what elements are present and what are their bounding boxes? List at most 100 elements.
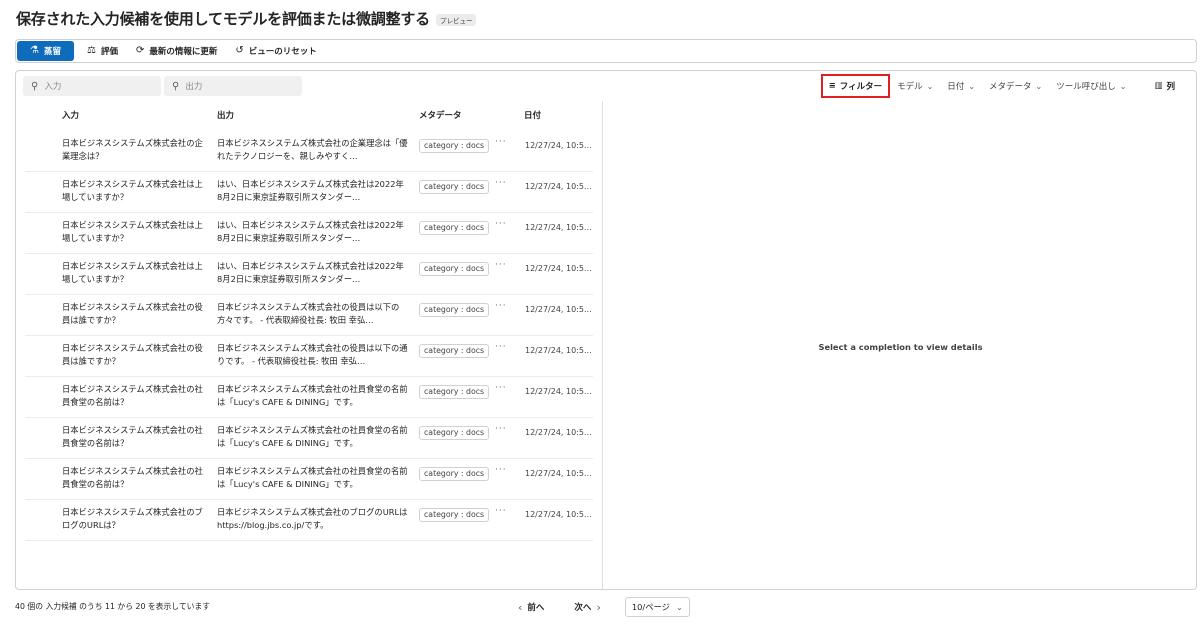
input-cell: 日本ビジネスシステムズ株式会社の企業理念は？ <box>62 138 203 161</box>
table-row[interactable]: 日本ビジネスシステムズ株式会社の役員は誰ですか？ 日本ビジネスシステムズ株式会社… <box>25 336 593 377</box>
reset-view-button[interactable]: ↺ ビューのリセット <box>226 41 325 61</box>
next-page-button[interactable]: 次へ › <box>570 601 604 614</box>
previous-page-label: 前へ <box>527 603 545 613</box>
pagination: ‹ 前へ 次へ › 10/ページ ⌄ <box>514 597 690 617</box>
input-cell: 日本ビジネスシステムズ株式会社は上場していますか？ <box>62 220 203 243</box>
output-cell: 日本ビジネスシステムズ株式会社の社員食堂の名前は「Lucy's CAFE & D… <box>217 384 408 407</box>
more-icon[interactable]: ··· <box>495 342 507 352</box>
output-cell: 日本ビジネスシステムズ株式会社の役員は以下の通りです。 - 代表取締役社長: 牧… <box>217 343 408 366</box>
chevron-down-icon: ⌄ <box>1119 81 1127 91</box>
date-cell: 12/27/24, 10:5... <box>525 428 592 437</box>
evaluate-button[interactable]: ⚖ 評価 <box>78 41 127 61</box>
date-cell: 12/27/24, 10:5... <box>525 264 592 273</box>
column-header-metadata[interactable]: メタデータ <box>419 109 462 121</box>
metadata-dropdown[interactable]: メタデータ ⌄ <box>982 74 1049 98</box>
date-cell: 12/27/24, 10:5... <box>525 305 592 314</box>
page-size-value: 10/ページ <box>631 602 670 612</box>
date-cell: 12/27/24, 10:5... <box>525 182 592 191</box>
column-header-input[interactable]: 入力 <box>62 109 79 121</box>
filter-button[interactable]: ≡ フィルター <box>820 74 891 98</box>
chevron-down-icon: ⌄ <box>926 81 934 91</box>
refresh-icon: ⟳ <box>135 45 145 56</box>
output-cell: 日本ビジネスシステムズ株式会社の企業理念は「優れたテクノロジーを、親しみやすく… <box>217 138 408 161</box>
column-header-date[interactable]: 日付 <box>524 109 541 121</box>
table-row[interactable]: 日本ビジネスシステムズ株式会社の社員食堂の名前は？ 日本ビジネスシステムズ株式会… <box>25 459 593 500</box>
more-icon[interactable]: ··· <box>495 424 507 434</box>
metadata-tag: category : docs <box>419 426 489 440</box>
detail-empty-message: Select a completion to view details <box>818 342 983 352</box>
tool-call-dropdown[interactable]: ツール呼び出し ⌄ <box>1049 74 1133 98</box>
model-dropdown[interactable]: モデル ⌄ <box>890 74 940 98</box>
table-row[interactable]: 日本ビジネスシステムズ株式会社は上場していますか？ はい、日本ビジネスシステムズ… <box>25 213 593 254</box>
more-icon[interactable]: ··· <box>495 301 507 311</box>
columns-icon: ▥ <box>1154 81 1163 91</box>
more-icon[interactable]: ··· <box>495 178 507 188</box>
completions-table: 日本ビジネスシステムズ株式会社の企業理念は？ 日本ビジネスシステムズ株式会社の企… <box>25 131 593 541</box>
columns-button-label: 列 <box>1166 82 1175 92</box>
refresh-button[interactable]: ⟳ 最新の情報に更新 <box>127 41 226 61</box>
output-cell: はい、日本ビジネスシステムズ株式会社は2022年8月2日に東京証券取引所スタンダ… <box>217 220 404 243</box>
date-cell: 12/27/24, 10:5... <box>525 346 592 355</box>
metadata-tag: category : docs <box>419 180 489 194</box>
metadata-tag: category : docs <box>419 385 489 399</box>
date-cell: 12/27/24, 10:5... <box>525 141 592 150</box>
input-search-field[interactable]: ⚲ 入力 <box>23 76 161 96</box>
scale-icon: ⚖ <box>86 45 96 56</box>
output-search-placeholder: 出力 <box>185 82 203 92</box>
table-row[interactable]: 日本ビジネスシステムズ株式会社のブログのURLは？ 日本ビジネスシステムズ株式会… <box>25 500 593 541</box>
previous-page-button[interactable]: ‹ 前へ <box>514 601 548 614</box>
page-size-select[interactable]: 10/ページ ⌄ <box>624 597 690 617</box>
metadata-tag: category : docs <box>419 508 489 522</box>
table-row[interactable]: 日本ビジネスシステムズ株式会社の役員は誰ですか？ 日本ビジネスシステムズ株式会社… <box>25 295 593 336</box>
more-icon[interactable]: ··· <box>495 260 507 270</box>
search-icon: ⚲ <box>172 80 180 92</box>
more-icon[interactable]: ··· <box>495 506 507 516</box>
column-header-output[interactable]: 出力 <box>217 109 234 121</box>
tool-call-dropdown-label: ツール呼び出し <box>1056 82 1116 92</box>
flask-icon: ⚗ <box>30 45 39 56</box>
output-cell: 日本ビジネスシステムズ株式会社の役員は以下の方々です。 - 代表取締役社長: 牧… <box>217 302 400 325</box>
model-dropdown-label: モデル <box>897 82 923 92</box>
command-bar: ⚗ 蒸留 ⚖ 評価 ⟳ 最新の情報に更新 ↺ ビューのリセット <box>15 39 1197 63</box>
input-cell: 日本ビジネスシステムズ株式会社の社員食堂の名前は？ <box>62 384 203 407</box>
table-row[interactable]: 日本ビジネスシステムズ株式会社の社員食堂の名前は？ 日本ビジネスシステムズ株式会… <box>25 418 593 459</box>
more-icon[interactable]: ··· <box>495 219 507 229</box>
metadata-tag: category : docs <box>419 139 489 153</box>
date-dropdown[interactable]: 日付 ⌄ <box>940 74 982 98</box>
undo-icon: ↺ <box>235 45 244 56</box>
input-cell: 日本ビジネスシステムズ株式会社の社員食堂の名前は？ <box>62 466 203 489</box>
output-search-field[interactable]: ⚲ 出力 <box>164 76 302 96</box>
completions-panel: ⚲ 入力 ⚲ 出力 ≡ フィルター モデル ⌄ 日付 ⌄ メタデータ ⌄ ツール… <box>15 70 1197 590</box>
table-row[interactable]: 日本ビジネスシステムズ株式会社は上場していますか？ はい、日本ビジネスシステムズ… <box>25 254 593 295</box>
distill-button[interactable]: ⚗ 蒸留 <box>17 41 74 61</box>
preview-badge: プレビュー <box>435 14 477 26</box>
output-cell: 日本ビジネスシステムズ株式会社のブログのURLはhttps://blog.jbs… <box>217 507 408 530</box>
next-page-label: 次へ <box>574 603 592 613</box>
more-icon[interactable]: ··· <box>495 465 507 475</box>
table-row[interactable]: 日本ビジネスシステムズ株式会社の企業理念は？ 日本ビジネスシステムズ株式会社の企… <box>25 131 593 172</box>
chevron-down-icon: ⌄ <box>676 602 683 612</box>
output-cell: 日本ビジネスシステムズ株式会社の社員食堂の名前は「Lucy's CAFE & D… <box>217 425 408 448</box>
metadata-dropdown-label: メタデータ <box>989 82 1032 92</box>
input-search-placeholder: 入力 <box>44 82 62 92</box>
metadata-tag: category : docs <box>419 221 489 235</box>
pagination-summary: 40 個の 入力候補 のうち 11 から 20 を表示しています <box>15 602 211 611</box>
chevron-down-icon: ⌄ <box>1035 81 1043 91</box>
more-icon[interactable]: ··· <box>495 383 507 393</box>
page-header: 保存された入力候補を使用してモデルを評価または微調整する プレビュー <box>16 8 477 29</box>
table-row[interactable]: 日本ビジネスシステムズ株式会社の社員食堂の名前は？ 日本ビジネスシステムズ株式会… <box>25 377 593 418</box>
evaluate-button-label: 評価 <box>100 47 118 57</box>
input-cell: 日本ビジネスシステムズ株式会社は上場していますか？ <box>62 179 203 202</box>
date-cell: 12/27/24, 10:5... <box>525 469 592 478</box>
date-cell: 12/27/24, 10:5... <box>525 510 592 519</box>
more-icon[interactable]: ··· <box>495 137 507 147</box>
output-cell: はい、日本ビジネスシステムズ株式会社は2022年8月2日に東京証券取引所スタンダ… <box>217 261 404 284</box>
distill-button-label: 蒸留 <box>43 47 61 57</box>
date-dropdown-label: 日付 <box>947 82 965 92</box>
table-row[interactable]: 日本ビジネスシステムズ株式会社は上場していますか？ はい、日本ビジネスシステムズ… <box>25 172 593 213</box>
metadata-tag: category : docs <box>419 344 489 358</box>
metadata-tag: category : docs <box>419 262 489 276</box>
metadata-tag: category : docs <box>419 467 489 481</box>
columns-button[interactable]: ▥ 列 <box>1147 74 1182 98</box>
date-cell: 12/27/24, 10:5... <box>525 387 592 396</box>
